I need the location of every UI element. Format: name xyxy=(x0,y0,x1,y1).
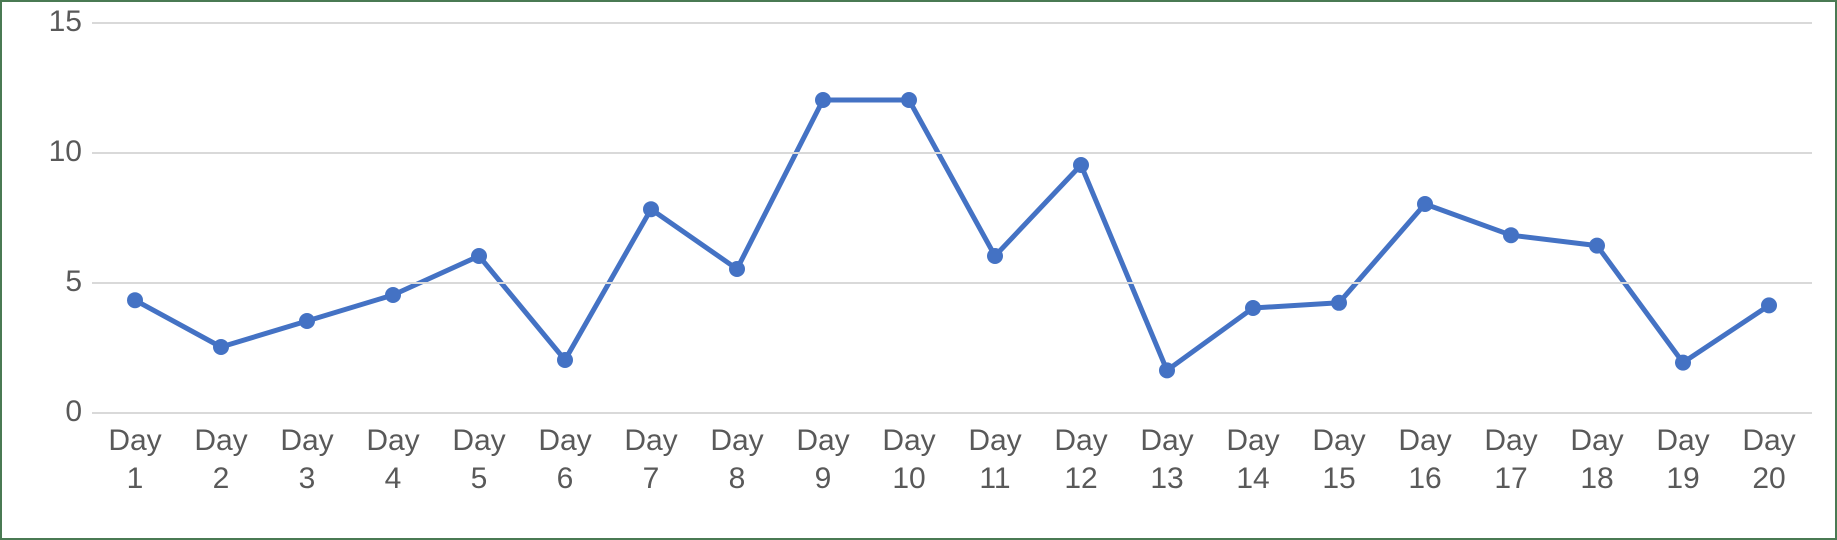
gridline xyxy=(92,22,1812,24)
x-tick-label: Day 4 xyxy=(350,422,436,522)
data-point xyxy=(1331,295,1347,311)
y-tick-label: 0 xyxy=(32,395,82,429)
data-point xyxy=(1073,157,1089,173)
x-tick-label: Day 11 xyxy=(952,422,1038,522)
line-series xyxy=(92,22,1812,412)
data-point xyxy=(471,248,487,264)
x-tick-label: Day 13 xyxy=(1124,422,1210,522)
data-point xyxy=(1675,355,1691,371)
y-tick-label: 5 xyxy=(32,265,82,299)
x-tick-label: Day 18 xyxy=(1554,422,1640,522)
gridline xyxy=(92,152,1812,154)
x-tick-label: Day 7 xyxy=(608,422,694,522)
data-point xyxy=(213,339,229,355)
x-tick-label: Day 8 xyxy=(694,422,780,522)
x-tick-label: Day 16 xyxy=(1382,422,1468,522)
x-tick-label: Day 2 xyxy=(178,422,264,522)
x-tick-label: Day 5 xyxy=(436,422,522,522)
data-point xyxy=(557,352,573,368)
data-point xyxy=(1503,227,1519,243)
data-point xyxy=(901,92,917,108)
data-point xyxy=(127,292,143,308)
series-line xyxy=(135,100,1769,370)
x-tick-label: Day 19 xyxy=(1640,422,1726,522)
x-tick-label: Day 15 xyxy=(1296,422,1382,522)
x-tick-label: Day 14 xyxy=(1210,422,1296,522)
y-tick-label: 10 xyxy=(32,135,82,169)
data-point xyxy=(643,201,659,217)
x-tick-label: Day 12 xyxy=(1038,422,1124,522)
data-point xyxy=(385,287,401,303)
data-point xyxy=(1417,196,1433,212)
x-tick-label: Day 20 xyxy=(1726,422,1812,522)
x-tick-label: Day 9 xyxy=(780,422,866,522)
gridline xyxy=(92,282,1812,284)
data-point xyxy=(1589,238,1605,254)
data-point xyxy=(1761,297,1777,313)
data-point xyxy=(729,261,745,277)
x-tick-label: Day 10 xyxy=(866,422,952,522)
data-point xyxy=(815,92,831,108)
y-tick-label: 15 xyxy=(32,5,82,39)
x-tick-label: Day 3 xyxy=(264,422,350,522)
plot-area: 051015 xyxy=(92,22,1812,412)
x-tick-label: Day 1 xyxy=(92,422,178,522)
data-point xyxy=(1159,362,1175,378)
data-point xyxy=(1245,300,1261,316)
gridline xyxy=(92,412,1812,414)
x-tick-label: Day 6 xyxy=(522,422,608,522)
data-point xyxy=(299,313,315,329)
x-axis-labels: Day 1Day 2Day 3Day 4Day 5Day 6Day 7Day 8… xyxy=(92,422,1812,522)
data-point xyxy=(987,248,1003,264)
chart-frame: 051015 Day 1Day 2Day 3Day 4Day 5Day 6Day… xyxy=(0,0,1837,540)
x-tick-label: Day 17 xyxy=(1468,422,1554,522)
